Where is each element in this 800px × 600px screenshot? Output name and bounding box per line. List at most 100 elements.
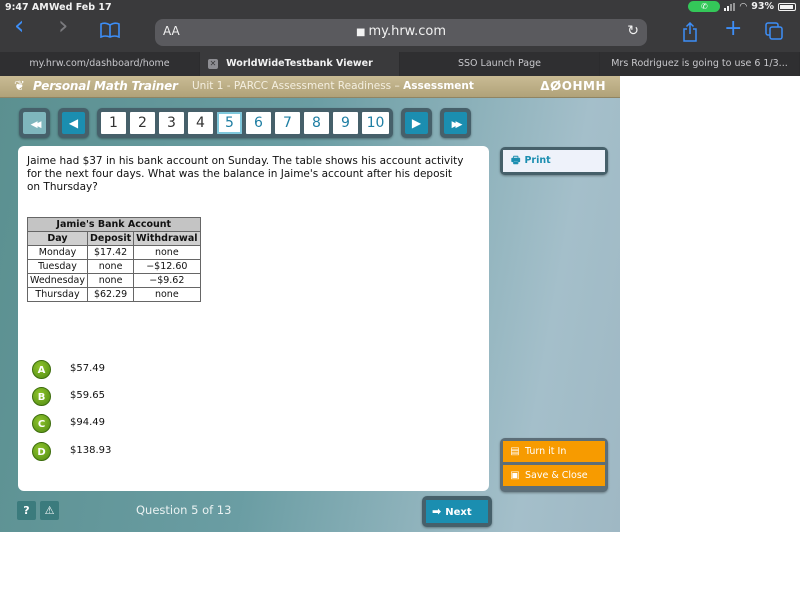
- browser-tab-dashboard[interactable]: my.hrw.com/dashboard/home: [0, 52, 200, 76]
- column-header-day: Day: [26, 231, 89, 246]
- turn-it-in-button[interactable]: ▤ Turn it In: [503, 441, 605, 462]
- double-right-arrow-icon: ▶▶: [451, 120, 463, 130]
- bookmarks-icon[interactable]: [100, 22, 120, 43]
- first-button-group: ◀◀: [19, 108, 50, 138]
- lock-icon: ■: [355, 27, 366, 38]
- table-caption-row: Jamie's Bank Account: [27, 217, 201, 232]
- help-button[interactable]: ?: [17, 501, 36, 520]
- warning-icon: ⚠: [44, 504, 55, 517]
- tabs-overview-icon[interactable]: [765, 22, 783, 45]
- tab-label: Mrs Rodriguez is going to use 6 1/3...: [611, 58, 788, 69]
- printer-icon: 🖶: [511, 155, 521, 166]
- answer-choice-a[interactable]: A $57.49: [32, 360, 105, 379]
- tab-label: WorldWideTestbank Viewer: [226, 58, 373, 69]
- url-display[interactable]: ■ my.hrw.com: [155, 24, 647, 39]
- page-button-2[interactable]: 2: [130, 112, 155, 134]
- choice-value[interactable]: $59.65: [70, 390, 105, 401]
- choice-value[interactable]: $138.93: [70, 445, 111, 456]
- browser-tab-sso-launch[interactable]: SSO Launch Page: [400, 52, 600, 76]
- back-icon[interactable]: ‹: [14, 13, 24, 39]
- page-button-6[interactable]: 6: [246, 112, 271, 134]
- reload-icon[interactable]: ↻: [627, 23, 639, 39]
- forward-icon[interactable]: ›: [58, 13, 68, 39]
- floppy-disk-icon: ▣: [510, 470, 520, 481]
- cell-day: Wednesday: [26, 273, 89, 288]
- table-header-row: Day Deposit Withdrawal: [26, 231, 201, 246]
- address-bar[interactable]: AA ■ my.hrw.com ↻: [155, 19, 647, 46]
- answer-choice-b[interactable]: B $59.65: [32, 387, 105, 406]
- cellular-signal-icon: [724, 2, 736, 11]
- choice-value[interactable]: $57.49: [70, 363, 105, 374]
- cell-deposit: $17.42: [87, 245, 135, 260]
- table-row: Tuesday none −$12.60: [26, 259, 201, 274]
- left-arrow-icon: ◀: [68, 116, 79, 130]
- submit-actions: ▤ Turn it In ▣ Save & Close: [500, 438, 608, 492]
- phone-icon[interactable]: ✆: [688, 1, 721, 12]
- choice-letter-badge[interactable]: D: [32, 442, 51, 461]
- cell-day: Tuesday: [26, 259, 89, 274]
- question-mark-icon: ?: [23, 504, 30, 517]
- footer-tools: ? ⚠: [17, 501, 59, 520]
- answer-choice-d[interactable]: D $138.93: [32, 442, 111, 461]
- browser-chrome: 9:47 AM Wed Feb 17 ✆ ◠ 93% ‹ › AA ■ my.hr…: [0, 0, 800, 76]
- last-question-button[interactable]: ▶▶: [444, 112, 467, 134]
- answer-choice-c[interactable]: C $94.49: [32, 414, 105, 433]
- page-button-5[interactable]: 5: [217, 112, 242, 134]
- prev-button-group: ◀: [58, 108, 89, 138]
- status-indicators: ✆ ◠ 93%: [688, 1, 796, 12]
- browser-tab-testbank-viewer[interactable]: WorldWideTestbank Viewer: [200, 52, 400, 76]
- first-question-button[interactable]: ◀◀: [23, 112, 46, 134]
- column-header-withdrawal: Withdrawal: [133, 231, 201, 246]
- bank-account-table: Jamie's Bank Account Day Deposit Withdra…: [26, 217, 201, 302]
- next-button[interactable]: ➡ Next: [426, 500, 488, 523]
- new-tab-icon[interactable]: +: [724, 18, 742, 40]
- print-label: Print: [524, 155, 551, 166]
- choice-value[interactable]: $94.49: [70, 417, 105, 428]
- choice-letter-badge[interactable]: B: [32, 387, 51, 406]
- table-row: Monday $17.42 none: [26, 245, 201, 260]
- cell-withdrawal: −$9.62: [133, 273, 201, 288]
- status-time: 9:47 AM: [5, 2, 49, 13]
- close-tab-icon[interactable]: ✕: [208, 59, 218, 69]
- cell-deposit: none: [87, 273, 135, 288]
- last-button-group: ▶▶: [440, 108, 471, 138]
- double-left-arrow-icon: ◀◀: [30, 120, 42, 130]
- right-arrow-icon: ➡: [432, 505, 442, 518]
- browser-tab-mrs-rodriguez[interactable]: Mrs Rodriguez is going to use 6 1/3...: [600, 52, 800, 76]
- save-close-button[interactable]: ▣ Save & Close: [503, 465, 605, 486]
- page-button-7[interactable]: 7: [275, 112, 300, 134]
- cell-withdrawal: none: [133, 287, 201, 302]
- print-button[interactable]: 🖶 Print: [503, 150, 605, 172]
- battery-icon: [778, 2, 796, 11]
- wifi-icon: ◠: [739, 1, 748, 12]
- page-button-9[interactable]: 9: [333, 112, 358, 134]
- choice-letter-badge[interactable]: A: [32, 360, 51, 379]
- page-button-8[interactable]: 8: [304, 112, 329, 134]
- hmh-logo: ΔⵁOHMH: [540, 79, 606, 93]
- next-button-frame: ➡ Next: [422, 496, 492, 527]
- page-button-10[interactable]: 10: [362, 112, 389, 134]
- tab-strip: my.hrw.com/dashboard/home WorldWideTestb…: [0, 52, 800, 76]
- question-text: Jaime had $37 in his bank account on Sun…: [27, 155, 464, 193]
- assessment-app: ❦ Personal Math Trainer Unit 1 - PARCC A…: [0, 76, 620, 532]
- share-icon[interactable]: [682, 21, 698, 47]
- page-button-4[interactable]: 4: [188, 112, 213, 134]
- url-text: my.hrw.com: [368, 24, 446, 39]
- choice-letter-badge[interactable]: C: [32, 414, 51, 433]
- table-row: Thursday $62.29 none: [26, 287, 201, 302]
- unit-title-text: Unit 1 - PARCC Assessment Readiness –: [192, 80, 404, 92]
- unit-title-assessment: Assessment: [403, 80, 474, 92]
- next-question-arrow-button[interactable]: ▶: [405, 112, 428, 134]
- table-row: Wednesday none −$9.62: [26, 273, 201, 288]
- page-button-1[interactable]: 1: [101, 112, 126, 134]
- previous-question-button[interactable]: ◀: [62, 112, 85, 134]
- table-caption: Jamie's Bank Account: [27, 217, 201, 232]
- status-bar: 9:47 AM Wed Feb 17 ✆ ◠ 93%: [0, 0, 800, 16]
- question-navigation: ◀◀ ◀ 1 2 3 4 5 6 7 8 9 10 ▶ ▶▶: [19, 108, 471, 138]
- cell-deposit: $62.29: [87, 287, 135, 302]
- document-check-icon: ▤: [510, 446, 520, 457]
- tab-label: my.hrw.com/dashboard/home: [29, 58, 170, 69]
- report-issue-button[interactable]: ⚠: [40, 501, 59, 520]
- page-button-3[interactable]: 3: [159, 112, 184, 134]
- cell-deposit: none: [87, 259, 135, 274]
